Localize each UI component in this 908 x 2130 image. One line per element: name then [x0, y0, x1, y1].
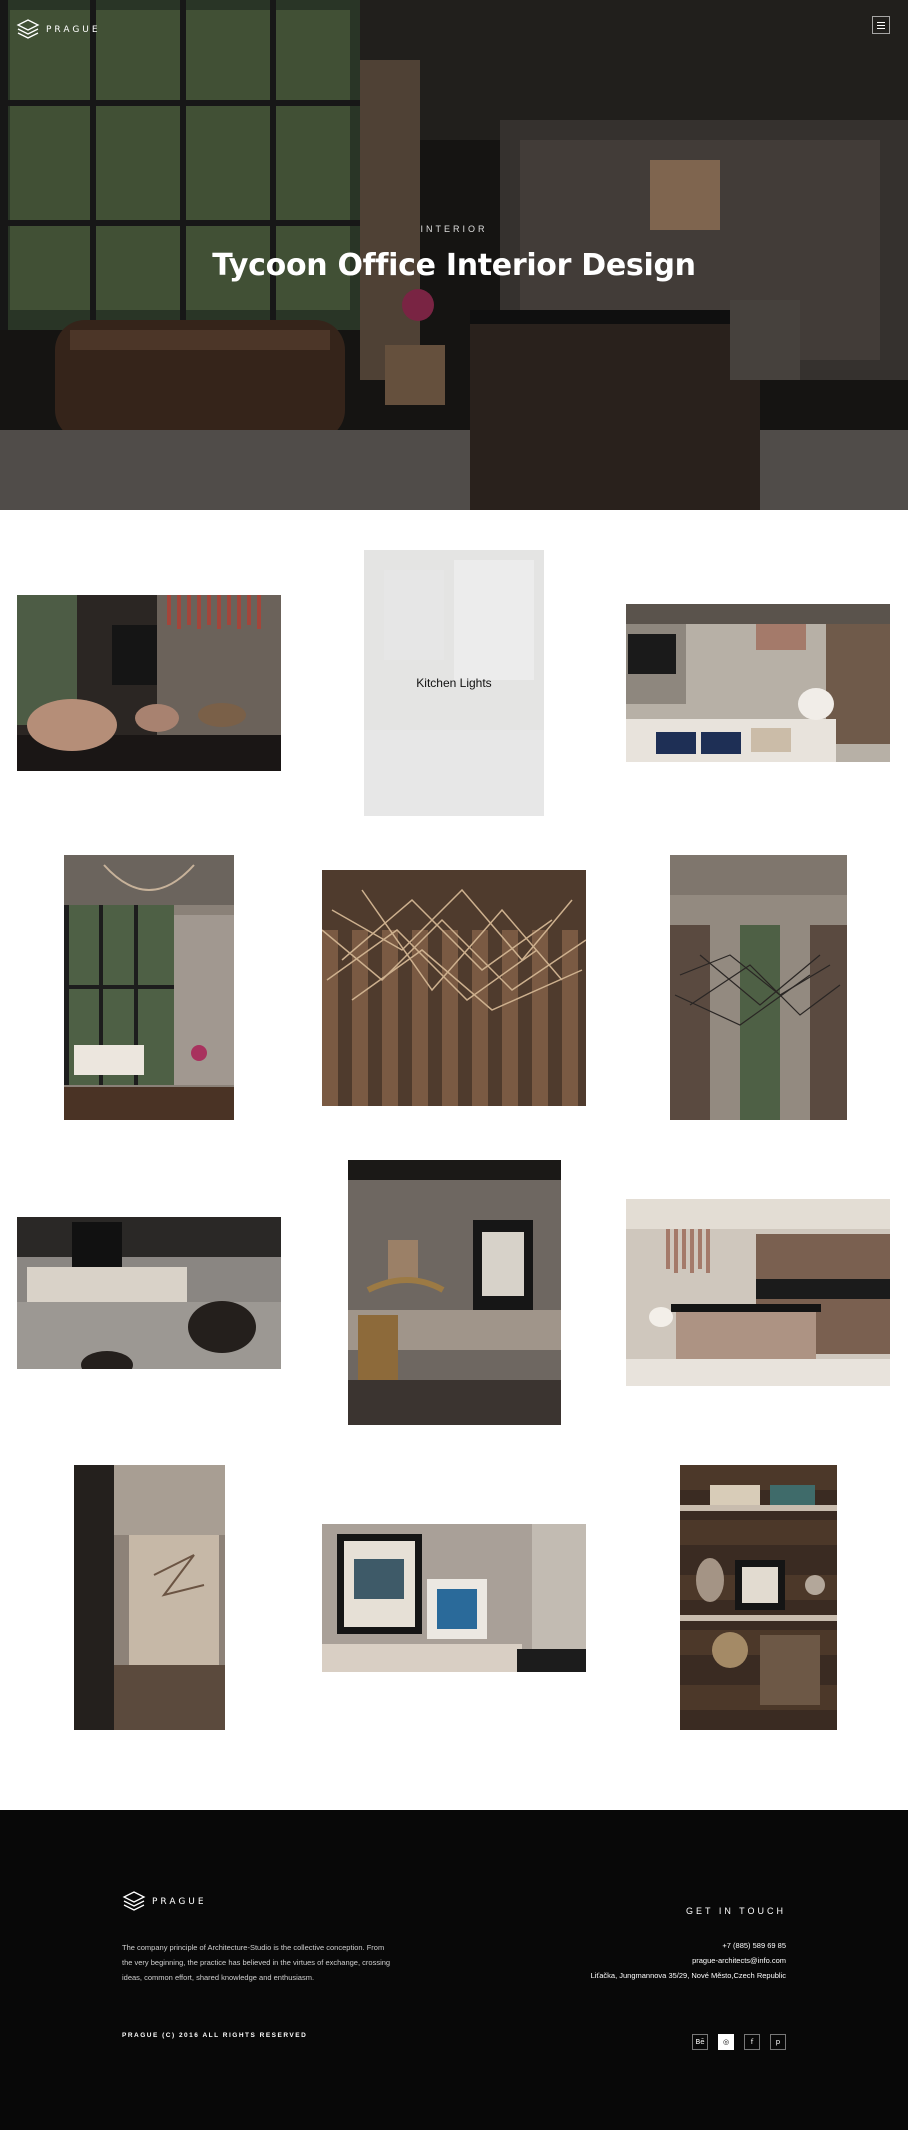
gallery-item[interactable]: [74, 1465, 225, 1730]
gallery-image: [64, 855, 234, 1120]
logo-icon: [16, 19, 40, 39]
social-links: Bē ◎ f p: [692, 2034, 786, 2050]
gallery-image: [17, 595, 281, 771]
gallery-image: [680, 1465, 837, 1730]
gallery-item[interactable]: [17, 1217, 281, 1369]
header-logo[interactable]: PRAGUE: [16, 18, 101, 42]
hero-section: PRAGUE INTERIOR Tycoon Office Interior D…: [0, 0, 908, 510]
gallery-item[interactable]: [626, 1199, 890, 1386]
dribbble-icon[interactable]: ◎: [718, 2034, 734, 2050]
gallery-item-title: Kitchen Lights: [416, 676, 492, 690]
behance-icon[interactable]: Bē: [692, 2034, 708, 2050]
gallery-item[interactable]: [17, 595, 281, 771]
footer-logo[interactable]: PRAGUE: [122, 1890, 207, 1914]
hamburger-icon: [877, 21, 885, 23]
logo-wordmark: PRAGUE: [46, 25, 101, 35]
gallery-image: [17, 1217, 281, 1369]
gallery-image: [322, 870, 586, 1106]
hero-category: INTERIOR: [420, 224, 488, 234]
gallery-item-hover[interactable]: Kitchen Lights: [364, 550, 544, 816]
facebook-icon[interactable]: f: [744, 2034, 760, 2050]
contact-phone[interactable]: +7 (885) 589 69 85: [591, 1938, 786, 1953]
footer-about-text: The company principle of Architecture-St…: [122, 1943, 391, 1982]
gallery-image: [322, 1524, 586, 1672]
contact-address: Liťačka, Jungmannova 35/29, Nové Město,C…: [590, 1971, 786, 1980]
gallery-image: [626, 604, 890, 762]
gallery-item[interactable]: [64, 855, 234, 1120]
contact-info: +7 (885) 589 69 85 prague-architects@inf…: [591, 1938, 786, 1983]
gallery-image: [626, 1199, 890, 1386]
gallery-item[interactable]: [680, 1465, 837, 1730]
gallery-item[interactable]: [322, 870, 586, 1106]
pinterest-icon[interactable]: p: [770, 2034, 786, 2050]
gallery-image: [348, 1160, 561, 1425]
get-in-touch-heading: GET IN TOUCH: [685, 1906, 786, 1916]
gallery-item[interactable]: [626, 604, 890, 762]
menu-button[interactable]: [872, 16, 890, 34]
gallery-item[interactable]: [322, 1524, 586, 1672]
gallery-item[interactable]: [670, 855, 847, 1120]
logo-icon: [122, 1891, 146, 1911]
gallery-item[interactable]: [348, 1160, 561, 1425]
copyright: PRAGUE (C) 2016 ALL RIGHTS RESERVED: [122, 2032, 308, 2039]
site-footer: PRAGUE The company principle of Architec…: [0, 1810, 908, 2130]
gallery-image: [74, 1465, 225, 1730]
footer-logo-wordmark: PRAGUE: [152, 1897, 207, 1907]
gallery-image: [670, 855, 847, 1120]
contact-email[interactable]: prague-architects@info.com: [591, 1953, 786, 1968]
hero-title: Tycoon Office Interior Design: [212, 248, 696, 283]
